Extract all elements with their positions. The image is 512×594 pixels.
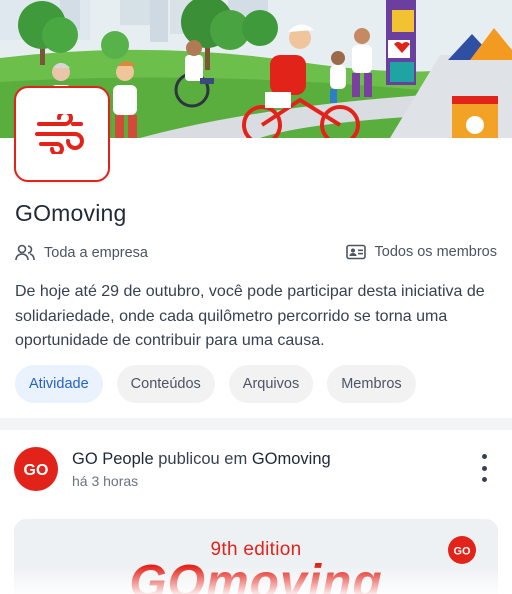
members-indicator[interactable]: Todos os membros (345, 244, 498, 260)
members-label: Todos os membros (374, 244, 498, 260)
members-card-icon (345, 244, 366, 260)
post-attribution: GO People publicou em GOmoving (72, 450, 331, 469)
scope-label: Toda a empresa (44, 245, 148, 261)
post-action: publicou em (158, 450, 248, 468)
section-divider (0, 418, 512, 430)
tab-arquivos[interactable]: Arquivos (228, 365, 314, 403)
post-header: GO GO People publicou em GOmoving há 3 h… (0, 430, 512, 510)
scope-indicator: Toda a empresa (15, 244, 148, 262)
wind-icon (35, 114, 84, 154)
group-logo (14, 86, 110, 182)
author-avatar[interactable]: GO (14, 447, 58, 491)
post-image-logo: GO (448, 536, 476, 564)
post-image-logo-text: GO (453, 546, 471, 557)
bottom-fade (0, 566, 512, 594)
group-tabs: Atividade Conteúdos Arquivos Membros (15, 365, 416, 403)
post-timestamp: há 3 horas (72, 473, 139, 489)
group-meta: Toda a empresa Todos os membros (15, 244, 497, 266)
post-target[interactable]: GOmoving (252, 450, 331, 468)
tab-conteudos[interactable]: Conteúdos (116, 365, 215, 403)
post-author[interactable]: GO People (72, 450, 154, 468)
tab-membros[interactable]: Membros (327, 365, 416, 403)
group-description: De hoje até 29 de outubro, você pode par… (15, 283, 485, 349)
group-title: GOmoving (15, 200, 127, 226)
avatar-text: GO (24, 462, 49, 478)
tab-atividade[interactable]: Atividade (15, 365, 103, 403)
more-vertical-icon[interactable] (478, 454, 490, 482)
people-icon (15, 244, 35, 261)
